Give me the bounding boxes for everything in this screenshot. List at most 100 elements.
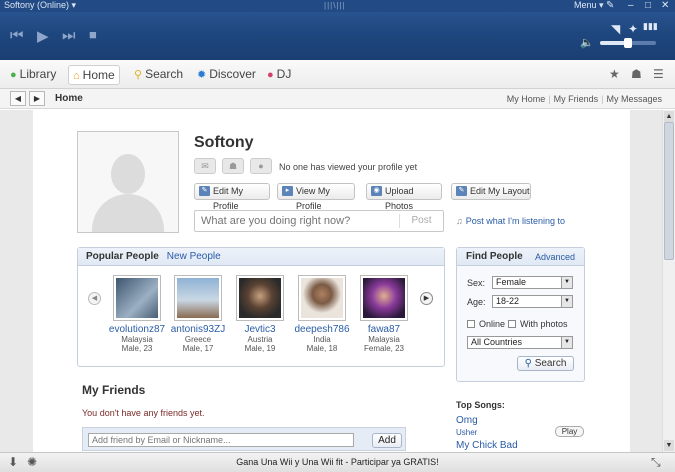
scroll-down-icon[interactable]: ▼ [664, 440, 674, 451]
vertical-scrollbar[interactable]: ▲ ▼ [662, 110, 675, 452]
music-note-icon: ♫ [456, 216, 463, 226]
people-icon[interactable]: ☗ [631, 67, 642, 81]
edit-layout-button[interactable]: ✎ Edit My Layout [451, 183, 531, 200]
post-listening-link[interactable]: ♫ Post what I'm listening to [456, 216, 565, 226]
restore-button[interactable]: □ [645, 0, 651, 11]
volume-slider[interactable] [600, 38, 656, 48]
person-name[interactable]: Jevtic3 [229, 324, 291, 335]
play-song-button[interactable]: Play [555, 426, 584, 437]
my-messages-link[interactable]: My Messages [603, 94, 665, 104]
bottom-bar: ⬇ ✺ Gana Una Wii y Una Wii fit - Partici… [0, 452, 675, 472]
carousel-prev-icon[interactable]: ◀ [88, 292, 101, 305]
person-card[interactable]: antonis93ZJ Greece Male, 17 [167, 275, 229, 353]
volume-handle[interactable] [624, 38, 632, 48]
tab-discover[interactable]: ✹ Discover [193, 65, 260, 85]
view-profile-button[interactable]: ▸ View My Profile [277, 183, 355, 211]
close-button[interactable]: ✕ [661, 0, 669, 11]
tab-library-label: Library [19, 67, 57, 81]
eq-icon[interactable]: ✦ [628, 22, 638, 36]
with-photos-checkbox[interactable]: With photos [508, 319, 568, 329]
advanced-search-link[interactable]: Advanced [535, 248, 575, 266]
person-country: India [313, 335, 331, 344]
status-input[interactable] [201, 214, 391, 228]
play-button[interactable]: ▶ [37, 27, 49, 45]
person-country: Malaysia [368, 335, 400, 344]
mail-icon[interactable]: ✉ [194, 158, 216, 174]
person-photo[interactable] [236, 275, 284, 321]
sex-select[interactable]: Female ▼ [492, 276, 573, 289]
edit-layout-label: Edit My Layout [470, 186, 530, 196]
country-select[interactable]: All Countries ▼ [467, 336, 573, 349]
tab-popular-people[interactable]: Popular People [86, 251, 159, 262]
menu-button[interactable]: Menu ▾ [574, 0, 604, 11]
search-button[interactable]: ⚲ Search [517, 356, 574, 371]
song-title[interactable]: My Chick Bad [456, 440, 518, 451]
title-bar: Softony (Online) ▾ |||\||| Menu ▾ ✎ – □ … [0, 0, 675, 12]
person-photo[interactable] [113, 275, 161, 321]
stop-button[interactable]: ■ [89, 27, 97, 42]
home-icon: ⌂ [73, 70, 80, 82]
person-name[interactable]: antonis93ZJ [167, 324, 229, 335]
online-checkbox[interactable]: Online [467, 319, 505, 329]
person-photo[interactable] [298, 275, 346, 321]
add-friend-input[interactable] [88, 433, 354, 447]
add-friend-button[interactable]: Add [372, 433, 402, 448]
person-name[interactable]: deepesh786 [291, 324, 353, 335]
chat-icon[interactable]: ● [250, 158, 272, 174]
person-info: Male, 19 [244, 344, 276, 353]
person-card[interactable]: evolutionz87 Malaysia Male, 23 [106, 275, 168, 353]
sex-label: Sex: [467, 278, 486, 288]
song-title[interactable]: Omg [456, 415, 478, 426]
edit-profile-button[interactable]: ✎ Edit My Profile [194, 183, 270, 211]
person-icon[interactable]: ☗ [222, 158, 244, 174]
sex-value: Female [496, 277, 527, 287]
next-track-button[interactable]: ⏭ [62, 27, 76, 44]
person-photo-image [177, 278, 219, 318]
person-name[interactable]: evolutionz87 [106, 324, 168, 335]
person-photo[interactable] [360, 275, 408, 321]
tab-home[interactable]: ⌂ Home [68, 65, 120, 85]
previous-track-button[interactable]: ⏮ [10, 27, 24, 44]
tab-new-people[interactable]: New People [167, 251, 221, 262]
my-friends-link[interactable]: My Friends [551, 94, 602, 104]
song-artist[interactable]: Usher [456, 428, 477, 437]
person-country: Greece [184, 335, 212, 344]
view-profile-label: View My Profile [296, 186, 330, 211]
scroll-up-icon[interactable]: ▲ [664, 111, 674, 122]
tab-search[interactable]: ⚲ Search [130, 65, 187, 85]
window-title[interactable]: Softony (Online) ▾ [4, 0, 76, 11]
tab-library[interactable]: ● Library [6, 65, 60, 85]
upload-photos-button[interactable]: ◉ Upload Photos [366, 183, 442, 211]
age-select[interactable]: 18-22 ▼ [492, 295, 573, 308]
tab-dj[interactable]: ● DJ [263, 65, 295, 85]
add-friend-box: Add [82, 427, 406, 451]
breadcrumb-links: My Home | My Friends | My Messages [504, 94, 665, 104]
tools-icon[interactable]: ✎ [606, 0, 614, 11]
minimize-button[interactable]: – [628, 0, 634, 11]
cast-icon[interactable]: ◥ [611, 22, 620, 36]
avatar[interactable] [77, 131, 179, 233]
post-button[interactable]: Post [399, 214, 443, 228]
back-button[interactable]: ◀ [10, 91, 26, 106]
edit-profile-label: Edit My Profile [213, 186, 244, 211]
levels-icon[interactable]: ▮▮▮ [643, 21, 658, 32]
person-name[interactable]: fawa87 [353, 324, 415, 335]
popular-people-tabs: Popular People New People [78, 248, 444, 266]
list-icon[interactable]: ☰ [653, 67, 664, 81]
forward-button[interactable]: ▶ [29, 91, 45, 106]
favorites-icon[interactable]: ★ [609, 67, 620, 81]
person-photo[interactable] [174, 275, 222, 321]
carousel-next-icon[interactable]: ▶ [420, 292, 433, 305]
library-icon: ● [10, 69, 17, 81]
person-card[interactable]: fawa87 Malaysia Female, 23 [353, 275, 415, 353]
my-home-link[interactable]: My Home [504, 94, 549, 104]
mute-icon[interactable]: 🔈 [580, 36, 594, 49]
person-card[interactable]: Jevtic3 Austria Male, 19 [229, 275, 291, 353]
scroll-thumb[interactable] [664, 122, 674, 260]
main-nav: ● Library ⌂ Home ⚲ Search ✹ Discover ● DJ ★ ☗… [0, 60, 675, 89]
promo-link[interactable]: Gana Una Wii y Una Wii fit - Participar … [0, 457, 675, 467]
resize-icon[interactable]: ⤡ [651, 455, 661, 470]
avatar-body [92, 194, 164, 232]
person-card[interactable]: deepesh786 India Male, 18 [291, 275, 353, 353]
camera-icon: ◉ [371, 186, 382, 196]
